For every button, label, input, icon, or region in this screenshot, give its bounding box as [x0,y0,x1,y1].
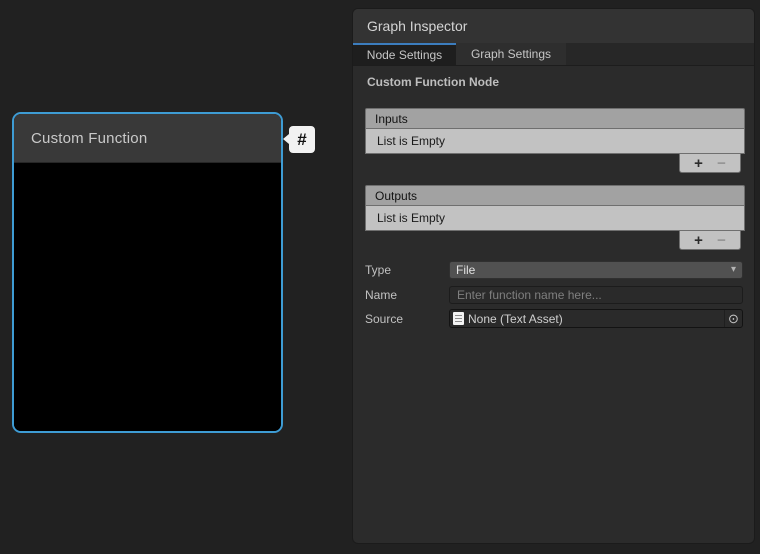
inputs-empty-label: List is Empty [377,134,445,148]
name-field-row: Name [365,286,743,304]
graph-inspector-panel: Graph Inspector Node Settings Graph Sett… [352,8,755,544]
badge-tail [283,134,289,144]
type-dropdown-value: File [456,263,475,277]
inputs-list-footer: + − [679,154,741,173]
hash-icon: # [297,131,306,148]
outputs-empty-label: List is Empty [377,211,445,225]
source-label: Source [365,312,449,326]
outputs-add-button[interactable]: + [694,233,703,248]
name-label: Name [365,288,449,302]
tab-graph-settings[interactable]: Graph Settings [456,43,566,65]
type-dropdown[interactable]: File ▾ [449,261,743,279]
outputs-list-empty-row: List is Empty [365,205,745,231]
node-body [14,164,281,431]
outputs-list-title: Outputs [375,189,417,203]
inputs-list: Inputs List is Empty + − [365,108,745,154]
panel-title: Graph Inspector [367,18,467,34]
function-name-input[interactable] [449,286,743,304]
text-asset-icon [453,312,464,325]
inputs-remove-button[interactable]: − [717,156,726,171]
outputs-list-footer: + − [679,231,741,250]
source-field-row: Source None (Text Asset) ⊙ [365,309,743,328]
section-heading: Custom Function Node [367,75,499,89]
outputs-list-header: Outputs [365,185,745,205]
chevron-down-icon: ▾ [731,265,736,275]
shader-graph-window: Custom Function # Graph Inspector Node S… [0,0,760,554]
outputs-list: Outputs List is Empty + − [365,185,745,231]
node-title: Custom Function [31,130,147,147]
type-label: Type [365,263,449,277]
source-object-value: None (Text Asset) [468,312,563,326]
hash-badge: # [289,126,315,153]
tab-node-settings[interactable]: Node Settings [353,43,456,65]
tab-graph-settings-label: Graph Settings [471,47,551,61]
object-picker-icon[interactable]: ⊙ [724,310,742,327]
tab-node-settings-label: Node Settings [367,48,442,62]
node-title-bar[interactable]: Custom Function [14,114,281,163]
source-object-field[interactable]: None (Text Asset) ⊙ [449,309,743,328]
inputs-list-header: Inputs [365,108,745,128]
panel-header[interactable]: Graph Inspector [353,9,754,43]
tab-bar: Node Settings Graph Settings [353,43,754,66]
type-field-row: Type File ▾ [365,261,743,279]
custom-function-node[interactable]: Custom Function [12,112,283,433]
inputs-add-button[interactable]: + [694,156,703,171]
outputs-remove-button[interactable]: − [717,233,726,248]
inputs-list-empty-row: List is Empty [365,128,745,154]
inputs-list-title: Inputs [375,112,408,126]
